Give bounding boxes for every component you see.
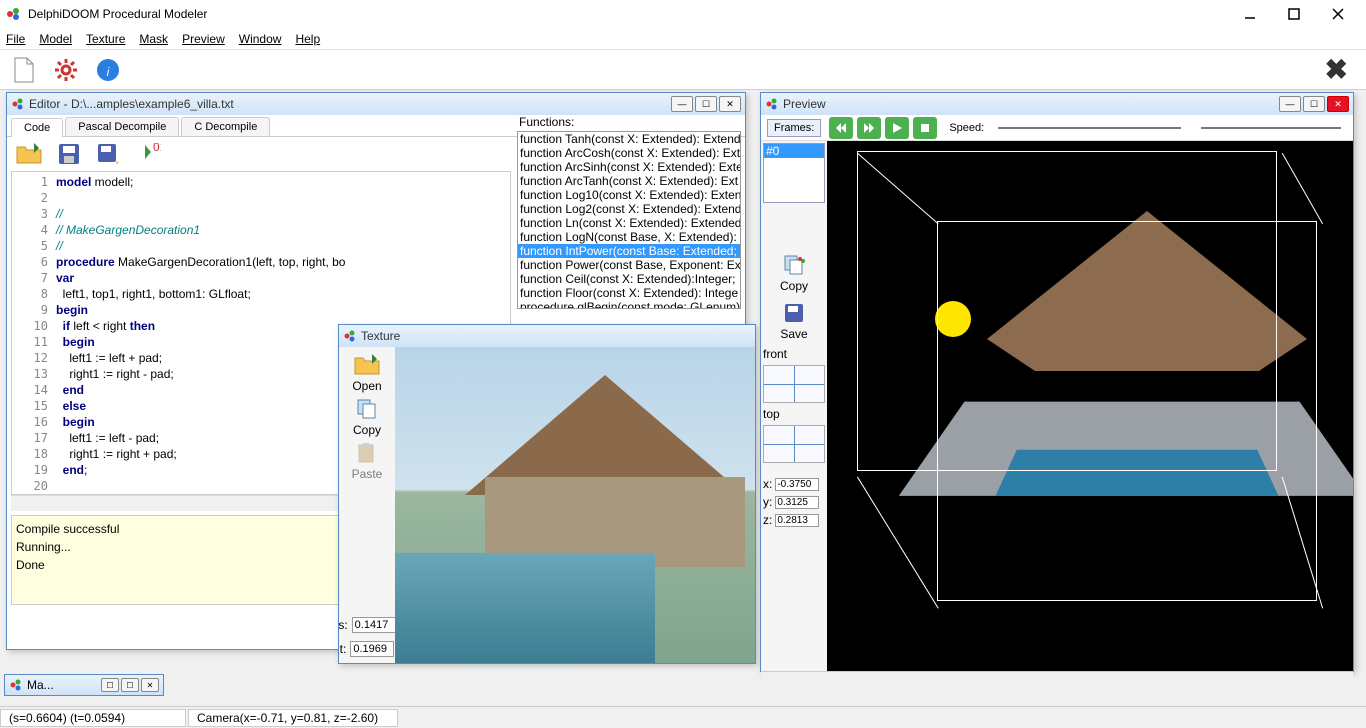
app-toolbar: i ✖ [0,50,1366,90]
editor-icon [11,97,25,111]
close-child-icon[interactable]: ✖ [1325,53,1356,86]
menu-window[interactable]: Window [239,32,282,46]
save-icon[interactable] [55,142,83,166]
texture-paste-button[interactable]: Paste [352,441,383,481]
app-icon [6,6,22,22]
menu-texture[interactable]: Texture [86,32,125,46]
functions-list[interactable]: function Tanh(const X: Extended): Extend… [517,131,741,309]
texture-t-input[interactable] [350,641,394,657]
mdi-area: Editor - D:\...amples\example6_villa.txt… [0,90,1366,700]
maximize-button[interactable] [1272,0,1316,28]
functions-label: Functions: [517,115,741,129]
menu-file[interactable]: File [6,32,25,46]
copy-icon [780,253,808,277]
editor-title: Editor - D:\...amples\example6_villa.txt [29,97,671,111]
minimized-icon [9,678,23,692]
preview-close-button[interactable]: ✕ [1327,96,1349,112]
tab-code[interactable]: Code [11,118,63,137]
frame-list[interactable]: #0 [763,143,825,203]
tab-pascal-decompile[interactable]: Pascal Decompile [65,117,179,136]
z-input[interactable] [775,514,819,527]
speed-slider[interactable] [998,127,1181,129]
save-as-icon[interactable] [95,142,123,166]
close-button[interactable] [1316,0,1360,28]
svg-text:i: i [107,65,110,79]
new-file-icon[interactable] [10,56,38,84]
open-folder-icon [353,353,381,377]
x-input[interactable] [775,478,819,491]
speed-label: Speed: [949,122,984,134]
stop-button[interactable] [913,117,937,139]
info-icon[interactable]: i [94,56,122,84]
editor-close-button[interactable]: ✕ [719,96,741,112]
texture-copy-button[interactable]: Copy [353,397,381,437]
open-folder-icon[interactable] [15,142,43,166]
speed-slider-2[interactable] [1201,127,1341,129]
preview-3d-view[interactable] [827,141,1353,671]
menu-mask[interactable]: Mask [139,32,168,46]
menu-help[interactable]: Help [295,32,320,46]
status-camera: Camera(x=-0.71, y=0.81, z=-2.60) [188,709,398,727]
editor-max-button[interactable]: ☐ [695,96,717,112]
preview-copy-button[interactable]: Copy [763,251,825,295]
preview-sidebar: #0 Copy Save front top x: y: z: [761,141,827,671]
minimized-window[interactable]: Ma... ☐ ☐ ✕ [4,674,164,696]
y-input[interactable] [775,496,819,509]
texture-s-row: s: [334,617,399,633]
menu-preview[interactable]: Preview [182,32,225,46]
minimize-button[interactable] [1228,0,1272,28]
save-icon [780,301,808,325]
menu-bar: File Model Texture Mask Preview Window H… [0,28,1366,50]
min-restore-button[interactable]: ☐ [101,678,119,692]
texture-open-button[interactable]: Open [352,353,381,393]
copy-icon [353,397,381,421]
preview-title: Preview [783,97,1279,111]
forward-button[interactable] [857,117,881,139]
texture-s-input[interactable] [352,617,396,633]
preview-window: Preview — ☐ ✕ Frames: Speed: #0 [760,92,1354,672]
top-label: top [763,407,825,421]
paste-icon [353,441,381,465]
texture-image[interactable] [395,347,755,663]
tab-c-decompile[interactable]: C Decompile [181,117,270,136]
preview-save-button[interactable]: Save [763,299,825,343]
preview-h-scrollbar[interactable] [761,671,1353,687]
rewind-button[interactable] [829,117,853,139]
preview-max-button[interactable]: ☐ [1303,96,1325,112]
min-close-button[interactable]: ✕ [141,678,159,692]
editor-min-button[interactable]: — [671,96,693,112]
texture-window: Texture Open Copy Paste s: [338,324,756,664]
minimized-title: Ma... [27,678,54,692]
editor-titlebar[interactable]: Editor - D:\...amples\example6_villa.txt… [7,93,745,115]
texture-titlebar[interactable]: Texture [339,325,755,347]
preview-min-button[interactable]: — [1279,96,1301,112]
texture-icon [343,329,357,343]
frames-label: Frames: [767,119,821,137]
play-button[interactable] [885,117,909,139]
run-icon[interactable]: 01 [135,142,163,166]
front-view-mini[interactable] [763,365,825,403]
window-title: DelphiDOOM Procedural Modeler [28,7,1228,21]
front-label: front [763,347,825,361]
top-view-mini[interactable] [763,425,825,463]
texture-sidebar: Open Copy Paste s: t: [339,347,395,663]
texture-t-row: t: [336,641,399,657]
status-bar: (s=0.6604) (t=0.0594) Camera(x=-0.71, y=… [0,706,1366,728]
settings-icon[interactable] [52,56,80,84]
status-st: (s=0.6604) (t=0.0594) [0,709,186,727]
preview-titlebar[interactable]: Preview — ☐ ✕ [761,93,1353,115]
menu-model[interactable]: Model [39,32,72,46]
preview-icon [765,97,779,111]
window-titlebar: DelphiDOOM Procedural Modeler [0,0,1366,28]
min-max-button[interactable]: ☐ [121,678,139,692]
svg-text:01: 01 [153,143,161,154]
texture-title: Texture [361,329,751,343]
preview-toolbar: Frames: Speed: [761,115,1353,141]
